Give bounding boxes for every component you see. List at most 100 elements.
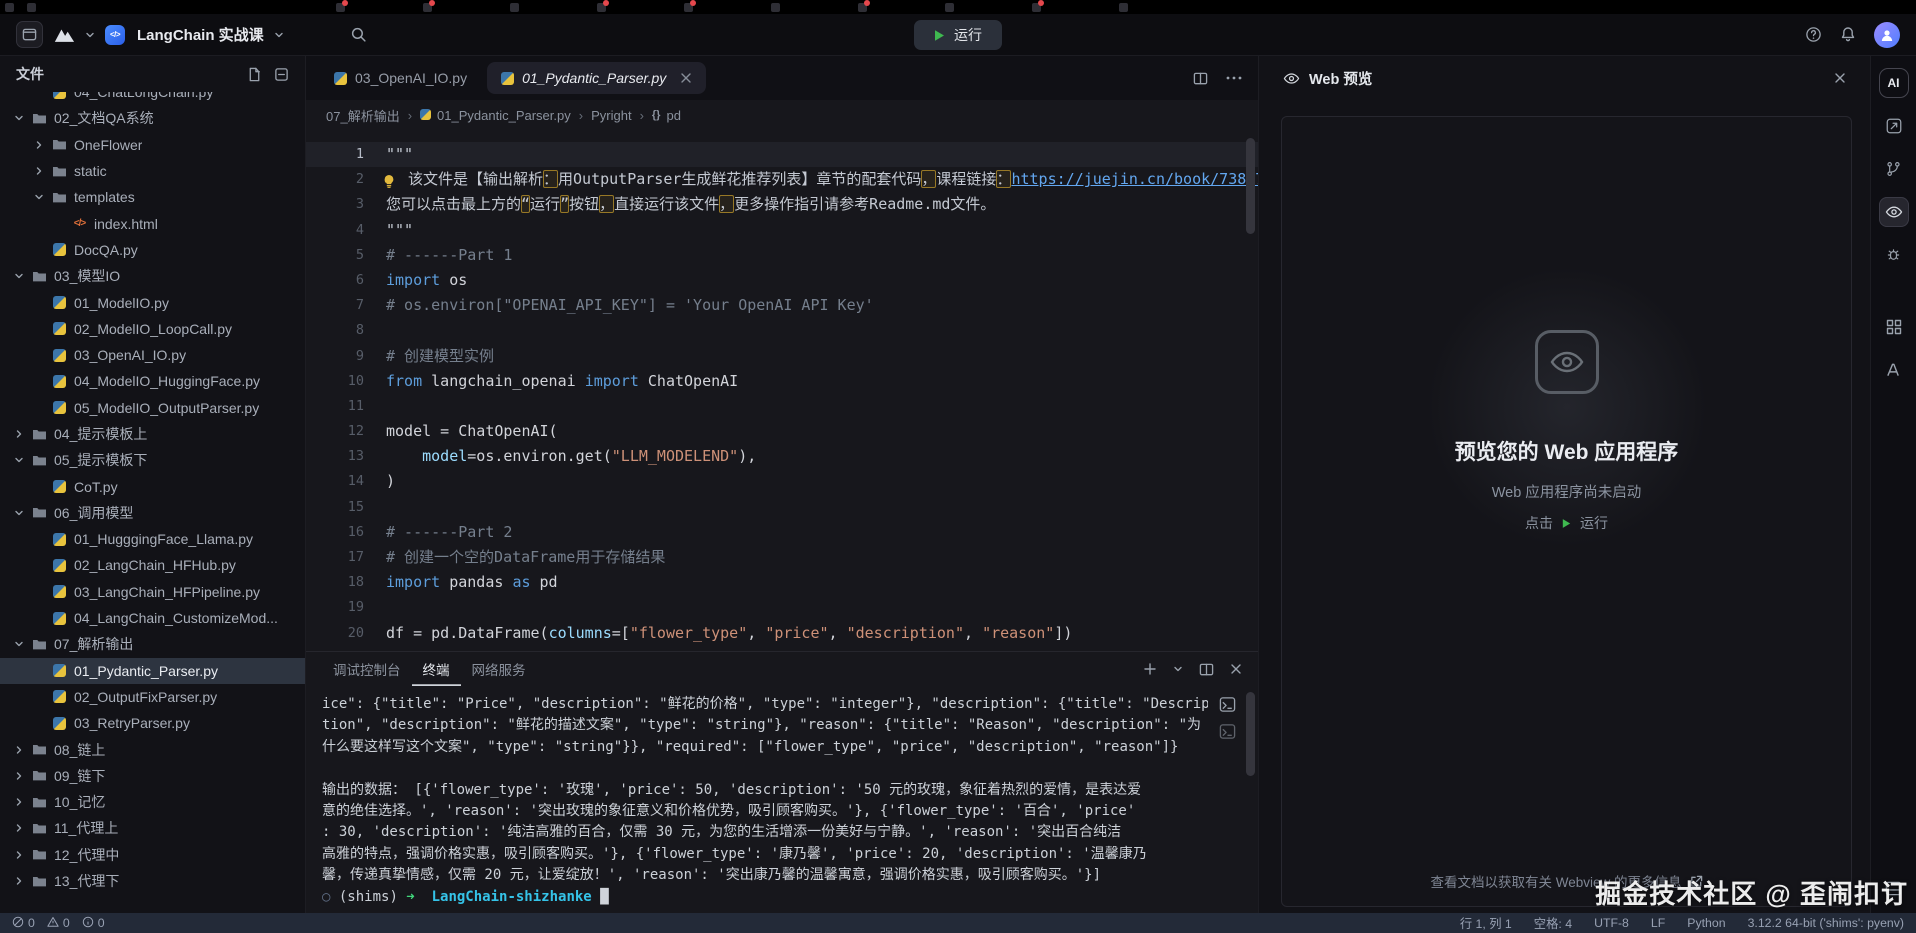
code-line[interactable]: 4"""	[306, 218, 1258, 243]
terminal-session-icon[interactable]	[1219, 723, 1236, 740]
breadcrumb-item[interactable]: 01_Pydantic_Parser.py	[420, 108, 571, 123]
chevron-down-icon[interactable]	[32, 192, 45, 202]
code-line[interactable]: 17# 创建一个空的DataFrame用于存储结果	[306, 545, 1258, 570]
code-line[interactable]: 20df = pd.DataFrame(columns=["flower_typ…	[306, 621, 1258, 646]
taskbar-app-icon[interactable]	[336, 3, 345, 12]
more-actions-icon[interactable]	[1226, 76, 1242, 80]
line-number[interactable]: 5	[306, 243, 364, 268]
tree-file-row[interactable]: 04_ModelIO_HuggingFace.py	[0, 368, 305, 394]
line-number[interactable]: 1	[306, 142, 364, 167]
tree-folder-row[interactable]: 13_代理下	[0, 868, 305, 894]
font-icon[interactable]	[1879, 355, 1909, 385]
tree-folder-row[interactable]: 10_记忆	[0, 789, 305, 815]
code-line[interactable]: 13 model=os.environ.get("LLM_MODELEND"),	[306, 444, 1258, 469]
chevron-right-icon[interactable]	[32, 166, 45, 176]
taskbar-app-icon[interactable]	[1119, 3, 1128, 12]
chevron-down-icon[interactable]	[12, 455, 25, 465]
line-number[interactable]: 11	[306, 394, 364, 419]
tree-file-row[interactable]: 04_ChatLongChain.py	[0, 92, 305, 105]
status-info[interactable]: 0	[82, 916, 105, 931]
chevron-down-icon[interactable]	[1173, 664, 1183, 674]
tree-file-row[interactable]: CoT.py	[0, 473, 305, 499]
close-icon[interactable]	[1834, 72, 1846, 84]
run-button[interactable]: 运行	[914, 20, 1002, 50]
chevron-down-icon[interactable]	[85, 30, 95, 40]
editor-tab[interactable]: 01_Pydantic_Parser.py	[487, 62, 706, 94]
tree-file-row[interactable]: 02_OutputFixParser.py	[0, 684, 305, 710]
taskbar-app-icon[interactable]	[597, 3, 606, 12]
taskbar-app-icon[interactable]	[1032, 3, 1041, 12]
status-item[interactable]: 行 1, 列 1	[1460, 914, 1512, 932]
git-branch-icon[interactable]	[1879, 154, 1909, 184]
chevron-down-icon[interactable]	[12, 508, 25, 518]
status-error[interactable]: 0	[12, 916, 35, 931]
tree-file-row[interactable]: 02_ModelIO_LoopCall.py	[0, 316, 305, 342]
tree-folder-row[interactable]: 06_调用模型	[0, 500, 305, 526]
chevron-right-icon[interactable]	[12, 823, 25, 833]
tree-file-row[interactable]: DocQA.py	[0, 237, 305, 263]
editor-scrollbar[interactable]	[1246, 138, 1255, 234]
tree-file-row[interactable]: </>index.html	[0, 210, 305, 236]
close-icon[interactable]	[680, 72, 692, 84]
app-window-icon[interactable]	[16, 21, 43, 48]
line-number[interactable]: 14	[306, 469, 364, 494]
chevron-down-icon[interactable]	[12, 639, 25, 649]
code-line[interactable]: 10from langchain_openai import ChatOpenA…	[306, 369, 1258, 394]
code-line[interactable]: 18import pandas as pd	[306, 570, 1258, 595]
tree-folder-row[interactable]: 09_链下	[0, 763, 305, 789]
code-line[interactable]: 15	[306, 495, 1258, 520]
taskbar-app-icon[interactable]	[945, 3, 954, 12]
line-number[interactable]: 7	[306, 293, 364, 318]
tree-folder-row[interactable]: 02_文档QA系统	[0, 105, 305, 131]
tree-folder-row[interactable]: OneFlower	[0, 132, 305, 158]
code-line[interactable]: 8	[306, 318, 1258, 343]
line-number[interactable]: 18	[306, 570, 364, 595]
tree-file-row[interactable]: 01_HugggingFace_Llama.py	[0, 526, 305, 552]
line-number[interactable]: 20	[306, 621, 364, 646]
tree-file-row[interactable]: 02_LangChain_HFHub.py	[0, 552, 305, 578]
terminal-session-icon[interactable]	[1219, 696, 1236, 713]
status-item[interactable]: LF	[1651, 916, 1665, 930]
layout-panel-icon[interactable]	[1879, 873, 1909, 903]
help-icon[interactable]	[1805, 26, 1822, 43]
collapse-folders-icon[interactable]	[274, 67, 289, 82]
code-line[interactable]: 16# ------Part 2	[306, 520, 1258, 545]
tree-folder-row[interactable]: 07_解析输出	[0, 631, 305, 657]
taskbar-app-icon[interactable]	[771, 3, 780, 12]
ai-assistant-icon[interactable]: AI	[1879, 68, 1909, 98]
line-number[interactable]: 6	[306, 268, 364, 293]
line-number[interactable]: 8	[306, 318, 364, 343]
line-number[interactable]: 15	[306, 495, 364, 520]
code-editor[interactable]: 1"""2该文件是【输出解析：用OutputParser生成鲜花推荐列表】章节的…	[306, 130, 1258, 651]
code-line[interactable]: 6import os	[306, 268, 1258, 293]
tree-file-row[interactable]: 03_OpenAI_IO.py	[0, 342, 305, 368]
chevron-right-icon[interactable]	[12, 745, 25, 755]
code-line[interactable]: 14)	[306, 469, 1258, 494]
line-number[interactable]: 9	[306, 344, 364, 369]
line-number[interactable]: 17	[306, 545, 364, 570]
taskbar-app-icon[interactable]	[27, 3, 36, 12]
taskbar-app-icon[interactable]	[510, 3, 519, 12]
chevron-right-icon[interactable]	[12, 429, 25, 439]
breadcrumb-item[interactable]: Pyright	[591, 108, 631, 123]
status-item[interactable]: UTF-8	[1594, 916, 1629, 930]
project-name[interactable]: LangChain 实战课	[137, 24, 264, 45]
debug-icon[interactable]	[1879, 240, 1909, 270]
breadcrumb-item[interactable]: {}pd	[652, 108, 681, 123]
code-line[interactable]: 2该文件是【输出解析：用OutputParser生成鲜花推荐列表】章节的配套代码…	[306, 167, 1258, 192]
status-item[interactable]: 空格: 4	[1534, 914, 1572, 932]
panel-tab[interactable]: 网络服务	[461, 652, 537, 686]
chevron-right-icon[interactable]	[12, 797, 25, 807]
tree-folder-row[interactable]: templates	[0, 184, 305, 210]
chevron-down-icon[interactable]	[274, 30, 284, 40]
panel-tab[interactable]: 终端	[412, 652, 461, 686]
chevron-right-icon[interactable]	[32, 140, 45, 150]
tree-file-row[interactable]: 05_ModelIO_OutputParser.py	[0, 395, 305, 421]
terminal-scrollbar[interactable]	[1246, 692, 1255, 776]
line-number[interactable]: 2	[306, 167, 364, 192]
tree-folder-row[interactable]: 12_代理中	[0, 842, 305, 868]
code-line[interactable]: 7# os.environ["OPENAI_API_KEY"] = 'Your …	[306, 293, 1258, 318]
code-line[interactable]: 9# 创建模型实例	[306, 344, 1258, 369]
tree-folder-row[interactable]: 04_提示模板上	[0, 421, 305, 447]
tree-file-row[interactable]: 01_ModelIO.py	[0, 289, 305, 315]
